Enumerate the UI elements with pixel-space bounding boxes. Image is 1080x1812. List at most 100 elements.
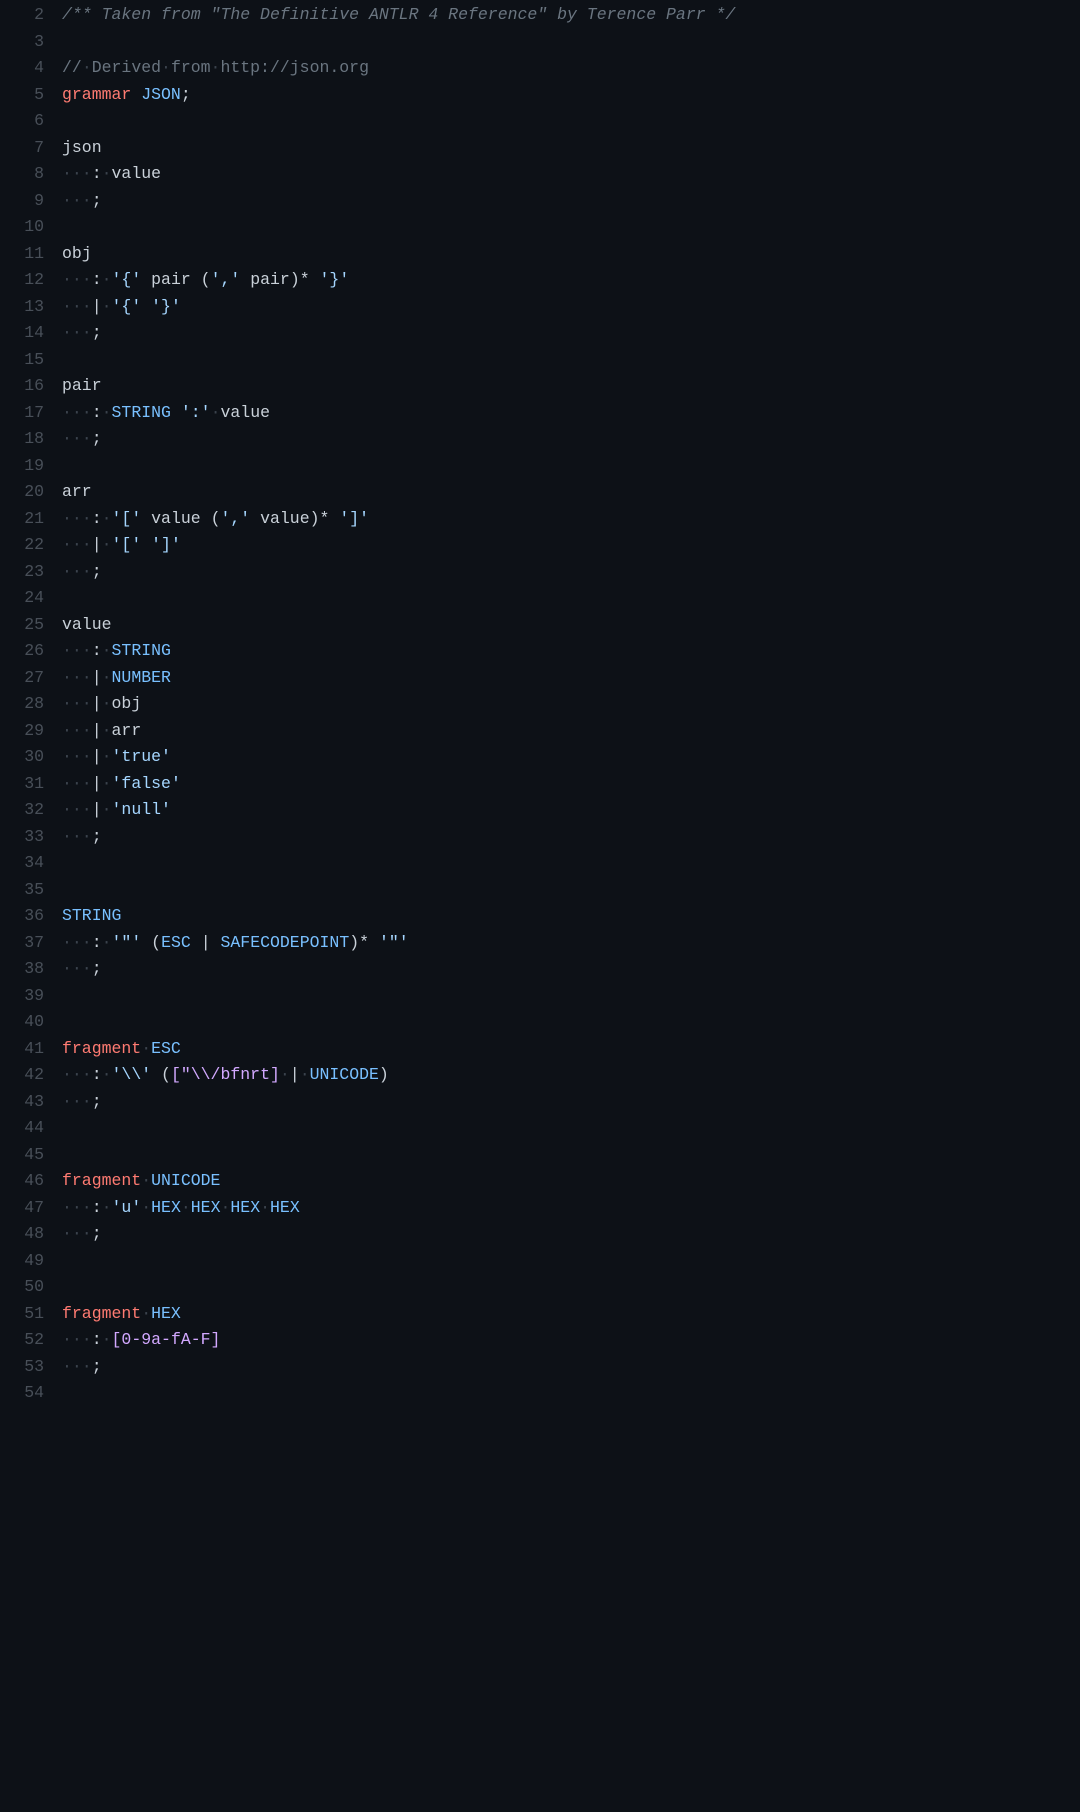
code-line[interactable] (62, 108, 1080, 135)
code-line[interactable] (62, 983, 1080, 1010)
code-line[interactable] (62, 1009, 1080, 1036)
code-line[interactable] (62, 1274, 1080, 1301)
code-line[interactable]: obj (62, 241, 1080, 268)
code-line[interactable]: ···|·'{' '}' (62, 294, 1080, 321)
code-token: * (359, 933, 369, 952)
code-line[interactable]: ···|·'false' (62, 771, 1080, 798)
code-line[interactable]: //·Derived·from·http://json.org (62, 55, 1080, 82)
code-token: ; (92, 1357, 102, 1376)
code-line[interactable] (62, 850, 1080, 877)
code-line[interactable] (62, 1248, 1080, 1275)
code-line[interactable]: ···:·value (62, 161, 1080, 188)
code-token: | (92, 774, 102, 793)
code-line[interactable]: ···:·'\\' (["\\/bfnrt]·|·UNICODE) (62, 1062, 1080, 1089)
code-line[interactable]: value (62, 612, 1080, 639)
code-line[interactable]: fragment·UNICODE (62, 1168, 1080, 1195)
code-line[interactable] (62, 1380, 1080, 1407)
code-line[interactable] (62, 877, 1080, 904)
code-token: 'u' (112, 1198, 142, 1217)
code-token (369, 933, 379, 952)
code-token (171, 403, 181, 422)
code-token: · (211, 403, 221, 422)
code-token: ; (92, 562, 102, 581)
code-line[interactable]: grammar JSON; (62, 82, 1080, 109)
line-number: 52 (0, 1327, 44, 1354)
code-line[interactable]: ···|·'[' ']' (62, 532, 1080, 559)
code-line[interactable] (62, 585, 1080, 612)
code-token: · (181, 1198, 191, 1217)
code-token: ··· (62, 959, 92, 978)
code-line[interactable] (62, 453, 1080, 480)
line-number: 14 (0, 320, 44, 347)
line-number: 10 (0, 214, 44, 241)
line-number: 12 (0, 267, 44, 294)
code-token: · (102, 164, 112, 183)
code-line[interactable]: ···; (62, 559, 1080, 586)
code-token: · (102, 403, 112, 422)
line-number: 21 (0, 506, 44, 533)
code-token: arr (112, 721, 142, 740)
line-number: 20 (0, 479, 44, 506)
code-line[interactable]: ···|·NUMBER (62, 665, 1080, 692)
code-token: arr (62, 482, 92, 501)
code-line[interactable] (62, 214, 1080, 241)
code-line[interactable]: ···:·'{' pair (',' pair)* '}' (62, 267, 1080, 294)
code-line[interactable]: fragment·ESC (62, 1036, 1080, 1063)
code-token: · (102, 694, 112, 713)
code-token: HEX (151, 1304, 181, 1323)
code-line[interactable]: /** Taken from "The Definitive ANTLR 4 R… (62, 2, 1080, 29)
code-line[interactable]: ···; (62, 426, 1080, 453)
code-line[interactable]: ···; (62, 188, 1080, 215)
code-token: · (102, 1330, 112, 1349)
code-line[interactable] (62, 1115, 1080, 1142)
code-line[interactable]: ···|·obj (62, 691, 1080, 718)
code-line[interactable]: ···|·arr (62, 718, 1080, 745)
code-token: ; (92, 1224, 102, 1243)
code-line[interactable]: ···; (62, 1089, 1080, 1116)
code-token: 'null' (112, 800, 171, 819)
code-line[interactable]: ···; (62, 1221, 1080, 1248)
code-token: ··· (62, 721, 92, 740)
code-line[interactable]: ···|·'null' (62, 797, 1080, 824)
code-token: | (92, 721, 102, 740)
line-number: 19 (0, 453, 44, 480)
code-editor[interactable]: 2345678910111213141516171819202122232425… (0, 0, 1080, 1407)
code-line[interactable]: ···:·STRING ':'·value (62, 400, 1080, 427)
code-token: ··· (62, 509, 92, 528)
line-number: 50 (0, 1274, 44, 1301)
code-line[interactable]: ···:·'u'·HEX·HEX·HEX·HEX (62, 1195, 1080, 1222)
code-line[interactable]: ···; (62, 1354, 1080, 1381)
code-line[interactable]: ···|·'true' (62, 744, 1080, 771)
code-line[interactable] (62, 1142, 1080, 1169)
code-line[interactable]: pair (62, 373, 1080, 400)
code-content[interactable]: /** Taken from "The Definitive ANTLR 4 R… (62, 2, 1080, 1407)
code-line[interactable]: arr (62, 479, 1080, 506)
code-token (141, 297, 151, 316)
code-token: '[' (112, 509, 142, 528)
code-token: ··· (62, 323, 92, 342)
code-line[interactable]: STRING (62, 903, 1080, 930)
code-line[interactable]: ···:·'"' (ESC | SAFECODEPOINT)* '"' (62, 930, 1080, 957)
code-line[interactable]: fragment·HEX (62, 1301, 1080, 1328)
line-number: 37 (0, 930, 44, 957)
code-token: ) (349, 933, 359, 952)
code-token: | (201, 933, 211, 952)
line-number: 26 (0, 638, 44, 665)
code-line[interactable]: ···; (62, 824, 1080, 851)
code-token: ( (151, 933, 161, 952)
code-token: : (92, 1065, 102, 1084)
code-line[interactable]: ···; (62, 956, 1080, 983)
code-line[interactable] (62, 29, 1080, 56)
code-line[interactable]: ···:·[0-9a-fA-F] (62, 1327, 1080, 1354)
code-line[interactable]: json (62, 135, 1080, 162)
code-line[interactable] (62, 347, 1080, 374)
code-token: ··· (62, 1065, 92, 1084)
code-line[interactable]: ···:·STRING (62, 638, 1080, 665)
code-token: · (102, 509, 112, 528)
code-token: '}' (151, 297, 181, 316)
code-token: ; (92, 959, 102, 978)
code-token: value (250, 509, 309, 528)
code-token: · (102, 297, 112, 316)
code-line[interactable]: ···; (62, 320, 1080, 347)
code-line[interactable]: ···:·'[' value (',' value)* ']' (62, 506, 1080, 533)
